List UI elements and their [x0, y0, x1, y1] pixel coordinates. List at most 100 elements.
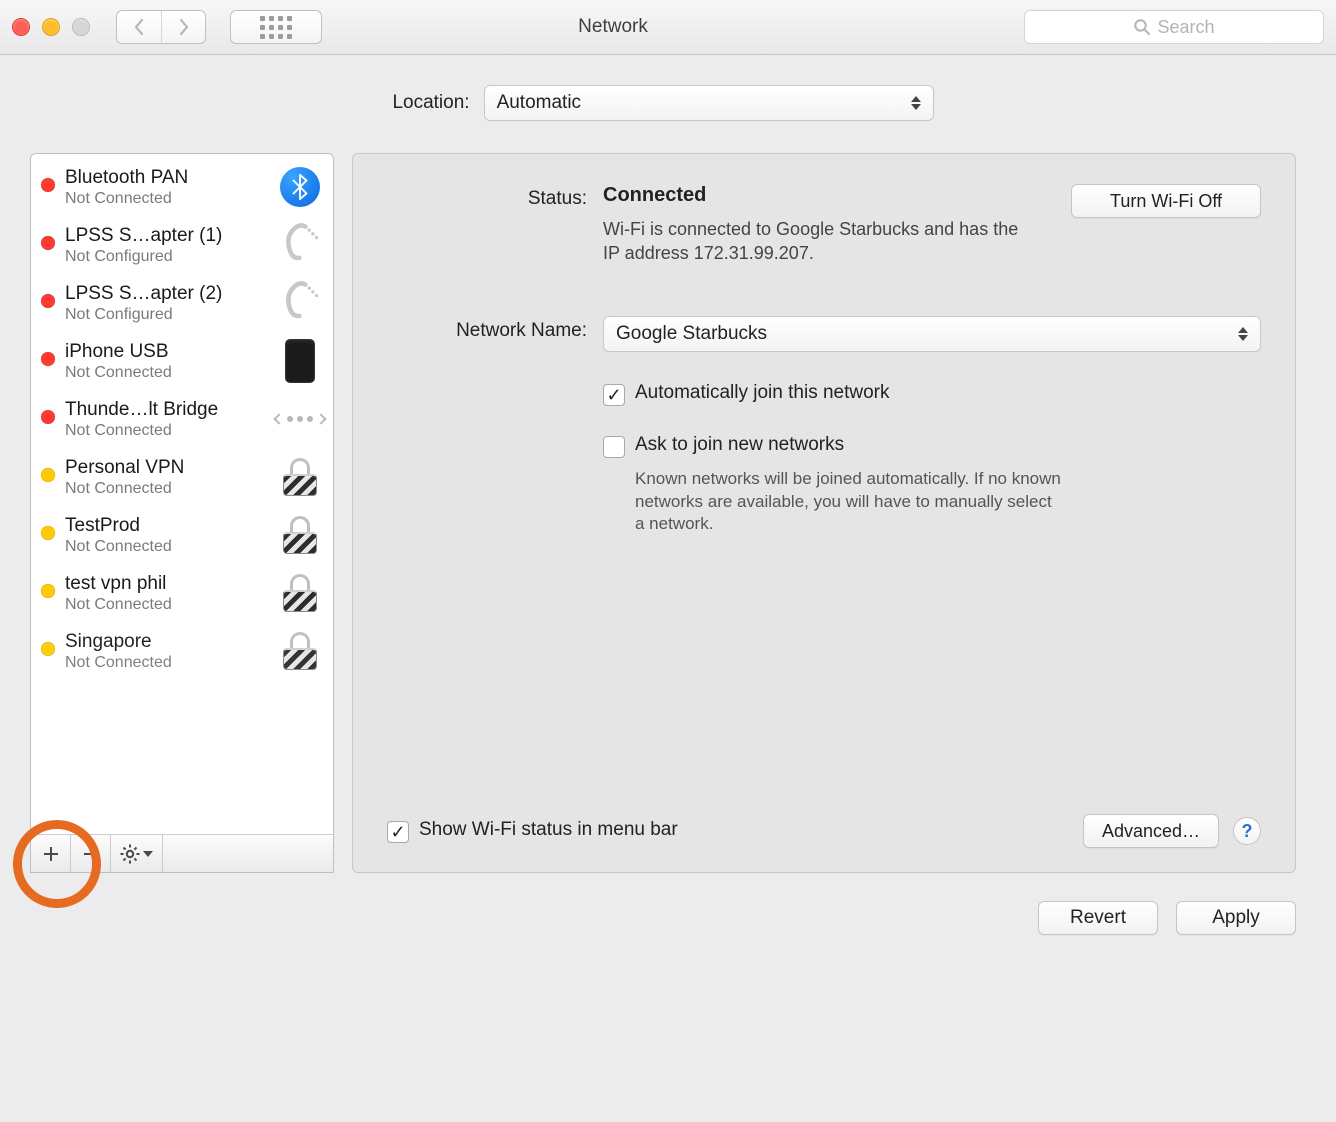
auto-join-checkbox[interactable] [603, 384, 625, 406]
location-value: Automatic [497, 92, 581, 114]
service-status: Not Connected [65, 654, 267, 672]
thunderbolt-icon [275, 415, 325, 423]
zoom-window-button [72, 18, 90, 36]
status-led-icon [41, 294, 55, 308]
chevron-right-icon [177, 18, 191, 36]
auto-join-label: Automatically join this network [635, 382, 890, 404]
search-input[interactable]: Search [1024, 10, 1324, 44]
window-title: Network [212, 16, 1014, 38]
service-name: Bluetooth PAN [65, 167, 267, 189]
stepper-icon [911, 93, 925, 113]
status-led-icon [41, 178, 55, 192]
status-label: Status: [387, 184, 587, 210]
service-action-menu[interactable] [111, 835, 163, 872]
revert-button[interactable]: Revert [1038, 901, 1158, 935]
back-button[interactable] [117, 11, 161, 43]
ask-join-checkbox[interactable] [603, 436, 625, 458]
chevron-down-icon [143, 851, 153, 857]
wifi-toggle-button[interactable]: Turn Wi-Fi Off [1071, 184, 1261, 218]
window-controls [12, 18, 90, 36]
status-description: Wi-Fi is connected to Google Starbucks a… [603, 217, 1023, 266]
auto-join-checkbox-row[interactable]: Automatically join this network [603, 382, 1261, 406]
minimize-window-button[interactable] [42, 18, 60, 36]
status-led-icon [41, 526, 55, 540]
help-button[interactable]: ? [1233, 817, 1261, 845]
service-list[interactable]: Bluetooth PANNot ConnectedLPSS S…apter (… [31, 154, 333, 834]
status-led-icon [41, 236, 55, 250]
service-status: Not Connected [65, 480, 267, 498]
show-menubar-checkbox-row[interactable]: Show Wi-Fi status in menu bar [387, 819, 678, 843]
service-item[interactable]: iPhone USBNot Connected [31, 332, 333, 390]
gear-icon [120, 844, 140, 864]
service-name: test vpn phil [65, 573, 267, 595]
service-status: Not Configured [65, 248, 267, 266]
apply-button[interactable]: Apply [1176, 901, 1296, 935]
network-name-select[interactable]: Google Starbucks [603, 316, 1261, 352]
location-select[interactable]: Automatic [484, 85, 934, 121]
service-item[interactable]: Personal VPNNot Connected [31, 448, 333, 506]
service-status: Not Connected [65, 364, 267, 382]
service-name: TestProd [65, 515, 267, 537]
service-status: Not Connected [65, 596, 267, 614]
forward-button[interactable] [161, 11, 205, 43]
lock-icon [283, 632, 317, 670]
service-name: Thunde…lt Bridge [65, 399, 267, 421]
advanced-button[interactable]: Advanced… [1083, 814, 1219, 848]
service-item[interactable]: LPSS S…apter (2)Not Configured [31, 274, 333, 332]
ask-join-checkbox-row[interactable]: Ask to join new networks [603, 434, 1261, 458]
close-window-button[interactable] [12, 18, 30, 36]
serial-phone-icon [278, 221, 322, 270]
search-placeholder: Search [1157, 17, 1214, 38]
status-led-icon [41, 352, 55, 366]
service-name: LPSS S…apter (2) [65, 283, 267, 305]
service-footer [31, 834, 333, 872]
plus-icon [42, 845, 60, 863]
search-icon [1133, 18, 1151, 36]
service-name: Singapore [65, 631, 267, 653]
lock-icon [283, 516, 317, 554]
serial-phone-icon [278, 279, 322, 328]
status-led-icon [41, 642, 55, 656]
service-item[interactable]: SingaporeNot Connected [31, 622, 333, 680]
service-status: Not Connected [65, 538, 267, 556]
ask-join-label: Ask to join new networks [635, 434, 844, 456]
service-item[interactable]: TestProdNot Connected [31, 506, 333, 564]
service-status: Not Connected [65, 422, 267, 440]
lock-icon [283, 458, 317, 496]
network-name-label: Network Name: [387, 316, 587, 342]
add-service-button[interactable] [31, 835, 71, 872]
service-status: Not Connected [65, 190, 267, 208]
service-name: LPSS S…apter (1) [65, 225, 267, 247]
service-sidebar: Bluetooth PANNot ConnectedLPSS S…apter (… [30, 153, 334, 873]
service-name: iPhone USB [65, 341, 267, 363]
status-value: Connected [603, 184, 1051, 207]
status-led-icon [41, 468, 55, 482]
show-menubar-checkbox[interactable] [387, 821, 409, 843]
location-label: Location: [392, 92, 469, 114]
remove-service-button[interactable] [71, 835, 111, 872]
chevron-left-icon [132, 18, 146, 36]
status-led-icon [41, 584, 55, 598]
footer-buttons: Revert Apply [30, 901, 1296, 935]
service-status: Not Configured [65, 306, 267, 324]
service-item[interactable]: LPSS S…apter (1)Not Configured [31, 216, 333, 274]
service-item[interactable]: Bluetooth PANNot Connected [31, 158, 333, 216]
show-menubar-label: Show Wi-Fi status in menu bar [419, 819, 678, 841]
minus-icon [82, 845, 100, 863]
ask-join-hint: Known networks will be joined automatica… [635, 468, 1065, 537]
iphone-icon [285, 339, 315, 383]
service-item[interactable]: Thunde…lt BridgeNot Connected [31, 390, 333, 448]
content-area: Location: Automatic Bluetooth PANNot Con… [0, 55, 1336, 965]
network-name-value: Google Starbucks [616, 323, 767, 345]
service-name: Personal VPN [65, 457, 267, 479]
nav-segment [116, 10, 206, 44]
location-row: Location: Automatic [30, 85, 1296, 121]
status-led-icon [41, 410, 55, 424]
titlebar: Network Search [0, 0, 1336, 55]
lock-icon [283, 574, 317, 612]
detail-panel: Status: Connected Wi-Fi is connected to … [352, 153, 1296, 873]
stepper-icon [1238, 324, 1252, 344]
service-item[interactable]: test vpn philNot Connected [31, 564, 333, 622]
bluetooth-icon [280, 167, 320, 207]
question-icon: ? [1242, 821, 1253, 842]
